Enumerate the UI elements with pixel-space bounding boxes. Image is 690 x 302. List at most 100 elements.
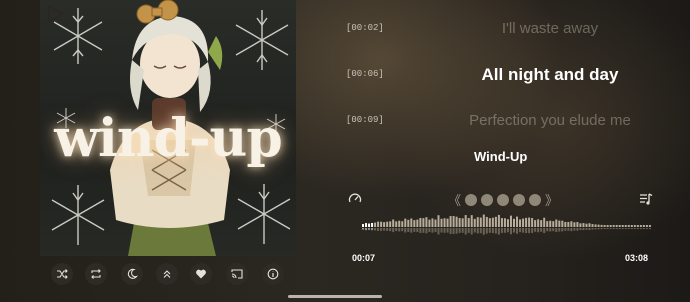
queue-icon[interactable] (639, 192, 653, 206)
waveform-bar-reflection (395, 228, 398, 232)
waveform-seek-bar[interactable] (362, 210, 652, 244)
playback-speed-icon[interactable] (348, 192, 362, 206)
waveform-bar (443, 218, 446, 227)
waveform-bar-reflection (452, 228, 455, 235)
waveform-bar (422, 218, 425, 227)
album-art-title: wind-up (54, 108, 282, 169)
lyric-line[interactable]: I'll waste away (400, 20, 690, 37)
waveform-bar (603, 225, 606, 227)
total-duration: 03:08 (625, 253, 649, 263)
waveform-bar-reflection (368, 228, 371, 230)
waveform-bar (594, 224, 597, 227)
waveform-bar (618, 225, 621, 227)
info-button[interactable] (262, 263, 284, 285)
page-dot[interactable] (497, 193, 510, 206)
lyric-timestamp[interactable]: [00:02] (346, 23, 384, 33)
waveform-bar-reflection (476, 228, 479, 234)
waveform-bar (612, 225, 615, 227)
cast-button[interactable] (226, 263, 248, 285)
waveform-bar (513, 218, 515, 227)
home-indicator[interactable] (288, 295, 382, 298)
waveform-bar (446, 218, 449, 227)
waveform-bar-reflection (437, 228, 440, 235)
waveform-bar (516, 216, 519, 227)
waveform-bar (531, 218, 534, 227)
waveform-bar-reflection (636, 228, 639, 230)
waveform-bar-reflection (422, 228, 425, 233)
waveform-bar-reflection (561, 228, 564, 232)
waveform-bar-reflection (431, 228, 434, 233)
waveform-bar (392, 219, 395, 227)
waveform-bar-reflection (446, 228, 449, 233)
waveform-bar (552, 221, 555, 227)
waveform-bar (558, 220, 561, 227)
waveform-bar-reflection (428, 228, 431, 233)
album-art[interactable]: wind-up (40, 0, 296, 256)
next-page-icon[interactable]: 》 (545, 190, 558, 209)
favorite-button[interactable] (190, 263, 212, 285)
waveform-bar-reflection (479, 228, 482, 234)
waveform-bar-reflection (588, 228, 591, 231)
waveform-bar-reflection (525, 228, 528, 234)
play-icon[interactable] (40, 0, 68, 28)
waveform-bar (522, 218, 525, 227)
waveform-bar (639, 225, 642, 227)
waveform-bar (570, 221, 573, 227)
sleep-timer-button[interactable] (121, 263, 143, 285)
waveform-bar (425, 217, 428, 227)
shuffle-button[interactable] (51, 263, 73, 285)
lyric-timestamp[interactable]: [00:06] (346, 69, 384, 79)
waveform-bar-reflection (582, 228, 585, 231)
waveform-bar (419, 217, 422, 227)
lyric-timestamp[interactable]: [00:09] (346, 115, 384, 125)
cast-icon (231, 269, 243, 279)
waveform-bar-reflection (488, 228, 491, 233)
waveform-bar (588, 223, 591, 227)
waveform-bar (591, 224, 594, 227)
waveform-bar-reflection (455, 228, 458, 234)
lyric-line-active[interactable]: All night and day (400, 65, 690, 85)
waveform-bar-reflection (365, 228, 368, 231)
waveform-bar-reflection (470, 228, 473, 235)
waveform-bar-reflection (552, 228, 555, 232)
page-dot[interactable] (481, 193, 494, 206)
waveform-bar-reflection (609, 228, 612, 230)
waveform-bar (428, 219, 431, 227)
waveform-bar (630, 225, 633, 227)
waveform-bar (621, 225, 624, 227)
repeat-button[interactable] (85, 263, 107, 285)
waveform-bar (576, 222, 579, 227)
waveform-bar-reflection (458, 228, 461, 233)
waveform-bar-reflection (467, 228, 470, 233)
waveform-bar (365, 223, 368, 227)
expand-button[interactable] (156, 263, 178, 285)
waveform-bar-reflection (497, 228, 500, 235)
waveform-bar (500, 218, 503, 227)
page-indicator[interactable]: 《 》 (448, 190, 558, 209)
waveform-bar-reflection (543, 228, 546, 234)
page-dot[interactable] (513, 193, 526, 206)
waveform-bar (497, 214, 500, 227)
page-dot[interactable] (465, 193, 478, 206)
waveform-bar-reflection (567, 228, 570, 231)
waveform-bar-reflection (513, 228, 515, 233)
waveform-bar-reflection (579, 228, 582, 231)
waveform-bar-reflection (531, 228, 534, 233)
lyric-line[interactable]: Perfection you elude me (400, 112, 690, 129)
waveform-bar (377, 221, 380, 227)
page-dot[interactable] (529, 193, 542, 206)
waveform-bar-reflection (362, 228, 364, 230)
waveform-bar (410, 218, 413, 227)
waveform-bar-reflection (534, 228, 537, 232)
waveform-bar (461, 218, 464, 227)
waveform-bar-reflection (558, 228, 561, 232)
waveform-bar-reflection (464, 228, 467, 235)
waveform-bar-reflection (491, 228, 494, 234)
waveform-bar (470, 215, 473, 227)
repeat-icon (91, 269, 101, 279)
waveform-bar (371, 223, 374, 227)
waveform-bar-reflection (564, 228, 567, 231)
waveform-bar-reflection (615, 228, 618, 230)
waveform-bar-reflection (404, 228, 407, 233)
previous-page-icon[interactable]: 《 (448, 190, 461, 209)
